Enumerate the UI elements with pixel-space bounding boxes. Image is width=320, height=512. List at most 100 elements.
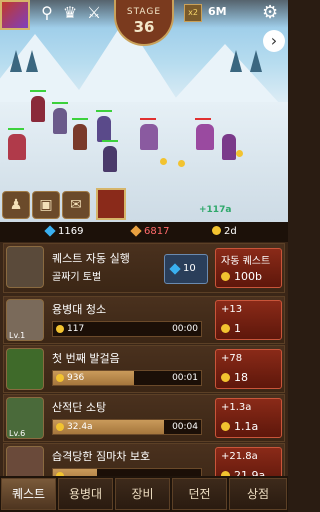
auto-quest-button-title: 자동 퀘스트 [221, 256, 271, 267]
quest-row: Lv.6 산적단 소탕 32.4a 00:04 +1.3a 1.1a [3, 394, 285, 442]
upgrade-cost-wrap: 1 [221, 322, 241, 335]
gold-coin-icon [221, 272, 230, 281]
timer-counter: 2d [212, 226, 237, 237]
tree-icon [26, 50, 38, 72]
ruby-icon [130, 225, 142, 237]
tab-quest[interactable]: 퀘스트 [1, 478, 56, 510]
quest-name: 용병대 청소 [52, 303, 107, 316]
quest-name: 첫 번째 발걸음 [52, 352, 120, 365]
hero-unit[interactable] [103, 146, 117, 172]
quest-reward: 936 [67, 373, 85, 383]
gold-coin-icon [56, 325, 64, 333]
tab-shop[interactable]: 상점 [229, 478, 287, 510]
quest-thumb [6, 348, 44, 390]
quest-row: Lv.1 용병대 청소 117 00:00 +13 1 [3, 296, 285, 344]
gold-coin-icon [221, 373, 230, 382]
gold-coin-icon [221, 422, 230, 431]
ribbon-icon[interactable]: ⚲ [37, 3, 57, 23]
auto-quest-button[interactable]: 자동 퀘스트 100b [215, 248, 282, 288]
quest-row: 첫 번째 발걸음 936 00:01 +78 18 [3, 345, 285, 393]
quest-name: 산적단 소탕 [52, 401, 107, 414]
stage-number: 36 [133, 18, 155, 36]
quest-name: 습격당한 짐마차 보호 [52, 450, 151, 463]
hero-portrait[interactable] [96, 188, 126, 220]
quest-progress-bar[interactable] [52, 468, 202, 476]
gold-coin-icon [221, 324, 230, 333]
quest-reward: 32.4a [67, 422, 93, 432]
upgrade-button[interactable]: +13 1 [215, 300, 282, 340]
quest-timer: 00:00 [172, 324, 198, 334]
gold-total: 6M [208, 5, 227, 18]
enemy-unit[interactable] [222, 134, 236, 160]
stage-label: STAGE [126, 7, 162, 17]
upgrade-gain: +1.3a [221, 402, 252, 413]
tab-mercenary[interactable]: 용병대 [58, 478, 113, 510]
upgrade-button[interactable]: +1.3a 1.1a [215, 398, 282, 438]
ruby-count: 6817 [144, 226, 170, 237]
hero-unit[interactable] [31, 96, 45, 122]
book-icon[interactable]: ✉ [62, 191, 90, 219]
quest-progress-bar[interactable]: 117 00:00 [52, 321, 202, 337]
upgrade-cost: 1 [234, 322, 241, 335]
hero-unit[interactable] [53, 108, 67, 134]
item-row: ♟ ▣ ✉ [0, 188, 288, 222]
enemy-unit[interactable] [196, 124, 214, 150]
chest-icon[interactable]: ▣ [32, 191, 60, 219]
enemy-health-bar [140, 118, 156, 120]
tree-icon [230, 50, 242, 72]
auto-quest-button-cost-wrap: 100b [221, 270, 262, 283]
quest-progress-fill [53, 371, 135, 385]
resource-bar: 1169 6817 2d [0, 222, 288, 242]
upgrade-cost-wrap: 18 [221, 371, 248, 384]
tab-equipment[interactable]: 장비 [115, 478, 170, 510]
crown-icon[interactable]: ♛ [60, 3, 80, 23]
quest-list[interactable]: 퀘스트 자동 실행 골짜기 토벌 10 자동 퀘스트 100b Lv.1 용병대 … [0, 242, 288, 476]
quest-reward: 117 [67, 324, 85, 334]
upgrade-cost: 1.1a [234, 420, 259, 433]
auto-quest-title: 퀘스트 자동 실행 [52, 252, 130, 265]
hero-unit[interactable] [97, 116, 111, 142]
gold-coin-icon [212, 226, 221, 235]
quest-level: Lv.1 [9, 331, 26, 340]
tab-dungeon[interactable]: 던전 [172, 478, 227, 510]
quest-progress-bar[interactable]: 32.4a 00:04 [52, 419, 202, 435]
upgrade-button[interactable]: +21.8a 21.9a [215, 447, 282, 476]
gear-icon[interactable]: ⚙ [262, 2, 278, 23]
swords-icon[interactable]: ⚔ [84, 3, 104, 23]
upgrade-cost: 21.9a [234, 469, 266, 476]
health-bar [30, 90, 46, 92]
enemy-unit[interactable] [140, 124, 158, 150]
speed-badge[interactable]: x2 [184, 4, 202, 22]
boot-icon[interactable]: ♟ [2, 191, 30, 219]
gold-coin-icon[interactable] [178, 160, 185, 167]
upgrade-button[interactable]: +78 18 [215, 349, 282, 389]
hero-unit[interactable] [73, 124, 87, 150]
upgrade-gain: +21.8a [221, 451, 258, 462]
gold-coin-icon[interactable] [160, 158, 167, 165]
upgrade-gain: +13 [221, 304, 243, 315]
gold-coin-icon [56, 423, 64, 431]
quest-row: 습격당한 짐마차 보호 +21.8a 21.9a [3, 443, 285, 476]
mountain [170, 44, 280, 104]
health-bar [96, 110, 112, 112]
health-bar [102, 140, 118, 142]
health-bar [8, 128, 24, 130]
gold-coin-icon[interactable] [236, 150, 243, 157]
health-bar [52, 102, 68, 104]
upgrade-cost: 18 [234, 371, 248, 384]
bottom-tab-bar: 퀘스트 용병대 장비 던전 상점 [0, 476, 288, 512]
quest-timer: 00:04 [172, 422, 198, 432]
hero-unit[interactable] [8, 134, 26, 160]
quest-thumb: Lv.1 [6, 299, 44, 341]
next-arrow-icon[interactable]: › [263, 30, 285, 52]
quest-timer: 00:01 [172, 373, 198, 383]
gem-count: 1169 [58, 226, 84, 237]
quest-progress-bar[interactable]: 936 00:01 [52, 370, 202, 386]
gem-icon [169, 263, 181, 275]
ruby-counter: 6817 [130, 225, 170, 237]
gem-counter: 1169 [44, 225, 84, 237]
quest-thumb [6, 446, 44, 476]
auto-quest-gem-button[interactable]: 10 [164, 254, 208, 284]
enemy-health-bar [195, 118, 211, 120]
portrait-icon[interactable] [0, 0, 30, 30]
